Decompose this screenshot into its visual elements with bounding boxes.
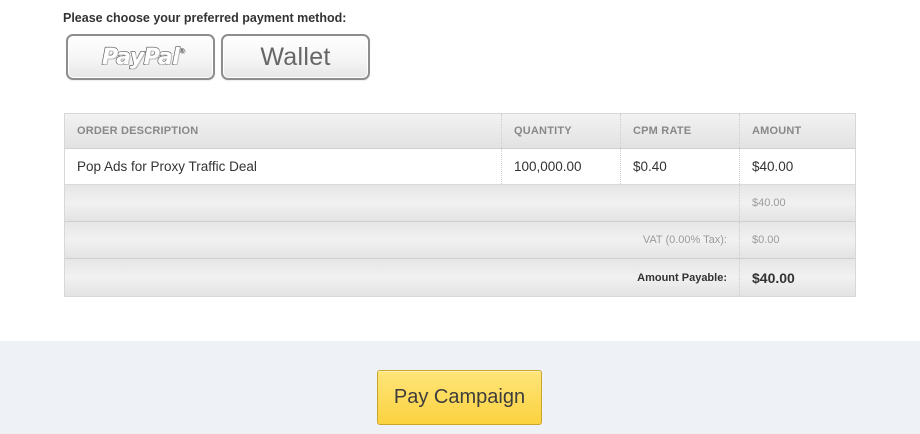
payment-method-prompt: Please choose your preferred payment met… bbox=[63, 11, 347, 25]
header-quantity: QUANTITY bbox=[502, 114, 621, 148]
checkout-page: Please choose your preferred payment met… bbox=[0, 0, 920, 434]
paypal-logo: PayPal ® bbox=[101, 44, 185, 70]
payable-label: Amount Payable: bbox=[637, 271, 727, 284]
item-cpm-rate: $0.40 bbox=[621, 149, 740, 184]
table-row: Pop Ads for Proxy Traffic Deal 100,000.0… bbox=[65, 149, 855, 185]
order-table: ORDER DESCRIPTION QUANTITY CPM RATE AMOU… bbox=[64, 113, 856, 297]
item-quantity: 100,000.00 bbox=[502, 149, 621, 184]
wallet-label: Wallet bbox=[260, 42, 331, 71]
payable-row: Amount Payable: $40.00 bbox=[65, 259, 855, 296]
subtotal-row: $40.00 bbox=[65, 185, 855, 222]
vat-label: VAT (0.00% Tax): bbox=[642, 234, 727, 246]
header-order-description: ORDER DESCRIPTION bbox=[65, 114, 502, 148]
header-amount: AMOUNT bbox=[752, 125, 802, 137]
wallet-button[interactable]: Wallet bbox=[221, 34, 370, 80]
vat-value: $0.00 bbox=[752, 234, 780, 246]
item-description: Pop Ads for Proxy Traffic Deal bbox=[65, 149, 502, 184]
vat-row: VAT (0.00% Tax): $0.00 bbox=[65, 222, 855, 259]
paypal-button[interactable]: PayPal ® bbox=[66, 34, 215, 80]
registered-mark: ® bbox=[178, 46, 186, 55]
header-cpm-rate: CPM RATE bbox=[621, 114, 740, 148]
vat-cell: $0.00 bbox=[740, 222, 855, 258]
pay-campaign-button[interactable]: Pay Campaign bbox=[377, 370, 542, 425]
payable-cell: $40.00 bbox=[740, 259, 855, 296]
paypal-label: PayPal bbox=[101, 44, 180, 70]
table-header-row: ORDER DESCRIPTION QUANTITY CPM RATE AMOU… bbox=[65, 114, 855, 149]
subtotal-label-cell bbox=[65, 185, 740, 221]
subtotal-cell: $40.00 bbox=[740, 185, 855, 221]
payable-value: $40.00 bbox=[752, 269, 795, 286]
vat-label-cell: VAT (0.00% Tax): bbox=[65, 222, 740, 258]
item-amount: $40.00 bbox=[752, 159, 794, 174]
subtotal-value: $40.00 bbox=[752, 197, 786, 209]
payable-label-cell: Amount Payable: bbox=[65, 259, 740, 296]
